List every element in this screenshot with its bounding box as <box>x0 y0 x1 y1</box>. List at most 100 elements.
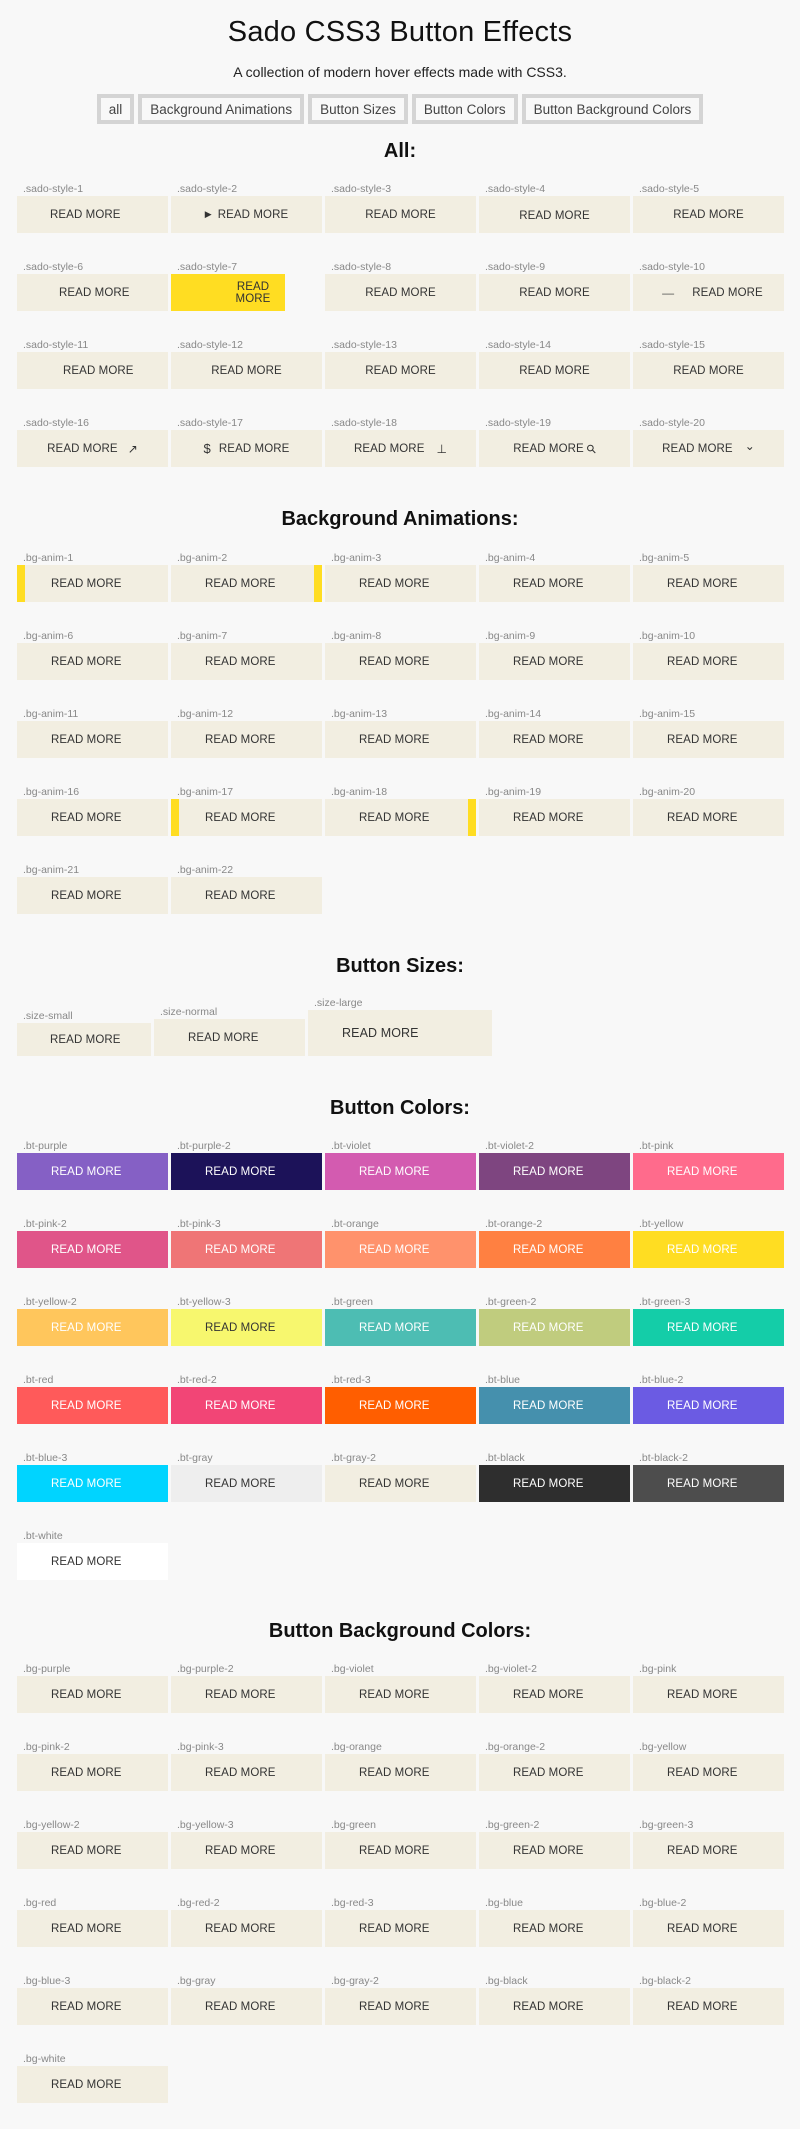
bg-yellow-2-button[interactable]: READ MORE <box>17 1832 168 1869</box>
sado-style-11-button[interactable]: READ MORE <box>17 352 168 389</box>
size-normal-button[interactable]: READ MORE <box>154 1019 305 1056</box>
filter-background-animations[interactable]: Background Animations <box>138 94 305 124</box>
bg-green-2-button[interactable]: READ MORE <box>479 1832 630 1869</box>
filter-button-colors[interactable]: Button Colors <box>411 94 518 124</box>
bt-gray-2-button[interactable]: READ MORE <box>325 1465 476 1502</box>
bg-anim-2-button[interactable]: READ MORE <box>171 565 322 602</box>
bg-anim-21-button[interactable]: READ MORE <box>17 877 168 914</box>
sado-style-7-button[interactable]: READ MORE <box>171 274 285 311</box>
bg-yellow-3-button[interactable]: READ MORE <box>171 1832 322 1869</box>
bt-yellow-button[interactable]: READ MORE <box>633 1231 784 1268</box>
bt-violet-button[interactable]: READ MORE <box>325 1153 476 1190</box>
bg-anim-13-button[interactable]: READ MORE <box>325 721 476 758</box>
bg-anim-12-button[interactable]: READ MORE <box>171 721 322 758</box>
bg-anim-4-button[interactable]: READ MORE <box>479 565 630 602</box>
bg-red-button[interactable]: READ MORE <box>17 1910 168 1947</box>
bt-red-button[interactable]: READ MORE <box>17 1387 168 1424</box>
bt-orange-button[interactable]: READ MORE <box>325 1231 476 1268</box>
sado-style-17-button[interactable]: $ READ MORE <box>171 430 322 467</box>
bt-blue-button[interactable]: READ MORE <box>479 1387 630 1424</box>
bt-black-2-button[interactable]: READ MORE <box>633 1465 784 1502</box>
bg-anim-20-button[interactable]: READ MORE <box>633 799 784 836</box>
bg-purple-button[interactable]: READ MORE <box>17 1676 168 1713</box>
bt-yellow-2-button[interactable]: READ MORE <box>17 1309 168 1346</box>
bg-anim-3-button[interactable]: READ MORE <box>325 565 476 602</box>
bg-pink-3-button[interactable]: READ MORE <box>171 1754 322 1791</box>
sado-style-15-button[interactable]: READ MORE <box>633 352 784 389</box>
bt-yellow-3-button[interactable]: READ MORE <box>171 1309 322 1346</box>
bt-white-button[interactable]: READ MORE <box>17 1543 168 1580</box>
bt-violet-2-button[interactable]: READ MORE <box>479 1153 630 1190</box>
bg-green-button[interactable]: READ MORE <box>325 1832 476 1869</box>
bt-blue-2-button[interactable]: READ MORE <box>633 1387 784 1424</box>
bg-black-2-button[interactable]: READ MORE <box>633 1988 784 2025</box>
bt-red-2-button[interactable]: READ MORE <box>171 1387 322 1424</box>
sado-style-8-button[interactable]: READ MORE <box>325 274 476 311</box>
bt-green-3-button[interactable]: READ MORE <box>633 1309 784 1346</box>
bg-anim-19-button[interactable]: READ MORE <box>479 799 630 836</box>
sado-style-10-button[interactable]: — READ MORE <box>633 274 784 311</box>
bg-anim-14-button[interactable]: READ MORE <box>479 721 630 758</box>
bg-anim-6-button[interactable]: READ MORE <box>17 643 168 680</box>
size-small-button[interactable]: READ MORE <box>17 1023 151 1056</box>
sado-style-5-button[interactable]: READ MORE <box>633 196 784 233</box>
sado-style-13-button[interactable]: READ MORE <box>325 352 476 389</box>
bt-black-button[interactable]: READ MORE <box>479 1465 630 1502</box>
bg-blue-button[interactable]: READ MORE <box>479 1910 630 1947</box>
sado-style-19-button[interactable]: READ MORE ⚲ <box>479 430 630 467</box>
bg-anim-17-button[interactable]: READ MORE <box>171 799 322 836</box>
bg-anim-10-button[interactable]: READ MORE <box>633 643 784 680</box>
bt-purple-2-button[interactable]: READ MORE <box>171 1153 322 1190</box>
bt-pink-2-button[interactable]: READ MORE <box>17 1231 168 1268</box>
sado-style-6-button[interactable]: READ MORE <box>17 274 168 311</box>
bt-gray-button[interactable]: READ MORE <box>171 1465 322 1502</box>
sado-style-16-button[interactable]: READ MORE ↗ <box>17 430 168 467</box>
bg-yellow-button[interactable]: READ MORE <box>633 1754 784 1791</box>
bg-green-3-button[interactable]: READ MORE <box>633 1832 784 1869</box>
bg-blue-3-button[interactable]: READ MORE <box>17 1988 168 2025</box>
bg-purple-2-button[interactable]: READ MORE <box>171 1676 322 1713</box>
bg-anim-15-button[interactable]: READ MORE <box>633 721 784 758</box>
bt-pink-button[interactable]: READ MORE <box>633 1153 784 1190</box>
bg-anim-9-button[interactable]: READ MORE <box>479 643 630 680</box>
bg-orange-button[interactable]: READ MORE <box>325 1754 476 1791</box>
bg-anim-18-button[interactable]: READ MORE <box>325 799 476 836</box>
bg-white-button[interactable]: READ MORE <box>17 2066 168 2103</box>
sado-style-20-button[interactable]: READ MORE ⌄ <box>633 430 784 467</box>
bg-anim-11-button[interactable]: READ MORE <box>17 721 168 758</box>
bg-blue-2-button[interactable]: READ MORE <box>633 1910 784 1947</box>
sado-style-9-button[interactable]: READ MORE <box>479 274 630 311</box>
bg-anim-16-button[interactable]: READ MORE <box>17 799 168 836</box>
filter-all[interactable]: all <box>96 94 135 124</box>
bg-red-3-button[interactable]: READ MORE <box>325 1910 476 1947</box>
bg-violet-button[interactable]: READ MORE <box>325 1676 476 1713</box>
bg-gray-2-button[interactable]: READ MORE <box>325 1988 476 2025</box>
size-large-button[interactable]: READ MORE <box>308 1010 492 1056</box>
bg-red-2-button[interactable]: READ MORE <box>171 1910 322 1947</box>
sado-style-12-button[interactable]: READ MORE <box>171 352 322 389</box>
bg-anim-7-button[interactable]: READ MORE <box>171 643 322 680</box>
bt-green-2-button[interactable]: READ MORE <box>479 1309 630 1346</box>
bg-pink-button[interactable]: READ MORE <box>633 1676 784 1713</box>
sado-style-14-button[interactable]: READ MORE <box>479 352 630 389</box>
bg-anim-1-button[interactable]: READ MORE <box>17 565 168 602</box>
bg-anim-5-button[interactable]: READ MORE <box>633 565 784 602</box>
bg-anim-22-button[interactable]: READ MORE <box>171 877 322 914</box>
sado-style-18-button[interactable]: READ MORE ⊥ <box>325 430 476 467</box>
bt-purple-button[interactable]: READ MORE <box>17 1153 168 1190</box>
bt-pink-3-button[interactable]: READ MORE <box>171 1231 322 1268</box>
bg-orange-2-button[interactable]: READ MORE <box>479 1754 630 1791</box>
sado-style-1-button[interactable]: READ MORE <box>17 196 168 233</box>
bt-green-button[interactable]: READ MORE <box>325 1309 476 1346</box>
sado-style-4-button[interactable]: READ MORE <box>479 196 630 233</box>
bt-red-3-button[interactable]: READ MORE <box>325 1387 476 1424</box>
bg-pink-2-button[interactable]: READ MORE <box>17 1754 168 1791</box>
bt-blue-3-button[interactable]: READ MORE <box>17 1465 168 1502</box>
bg-black-button[interactable]: READ MORE <box>479 1988 630 2025</box>
sado-style-3-button[interactable]: READ MORE <box>325 196 476 233</box>
bg-violet-2-button[interactable]: READ MORE <box>479 1676 630 1713</box>
filter-button-background-colors[interactable]: Button Background Colors <box>521 94 704 124</box>
bg-gray-button[interactable]: READ MORE <box>171 1988 322 2025</box>
bt-orange-2-button[interactable]: READ MORE <box>479 1231 630 1268</box>
filter-button-sizes[interactable]: Button Sizes <box>308 94 408 124</box>
